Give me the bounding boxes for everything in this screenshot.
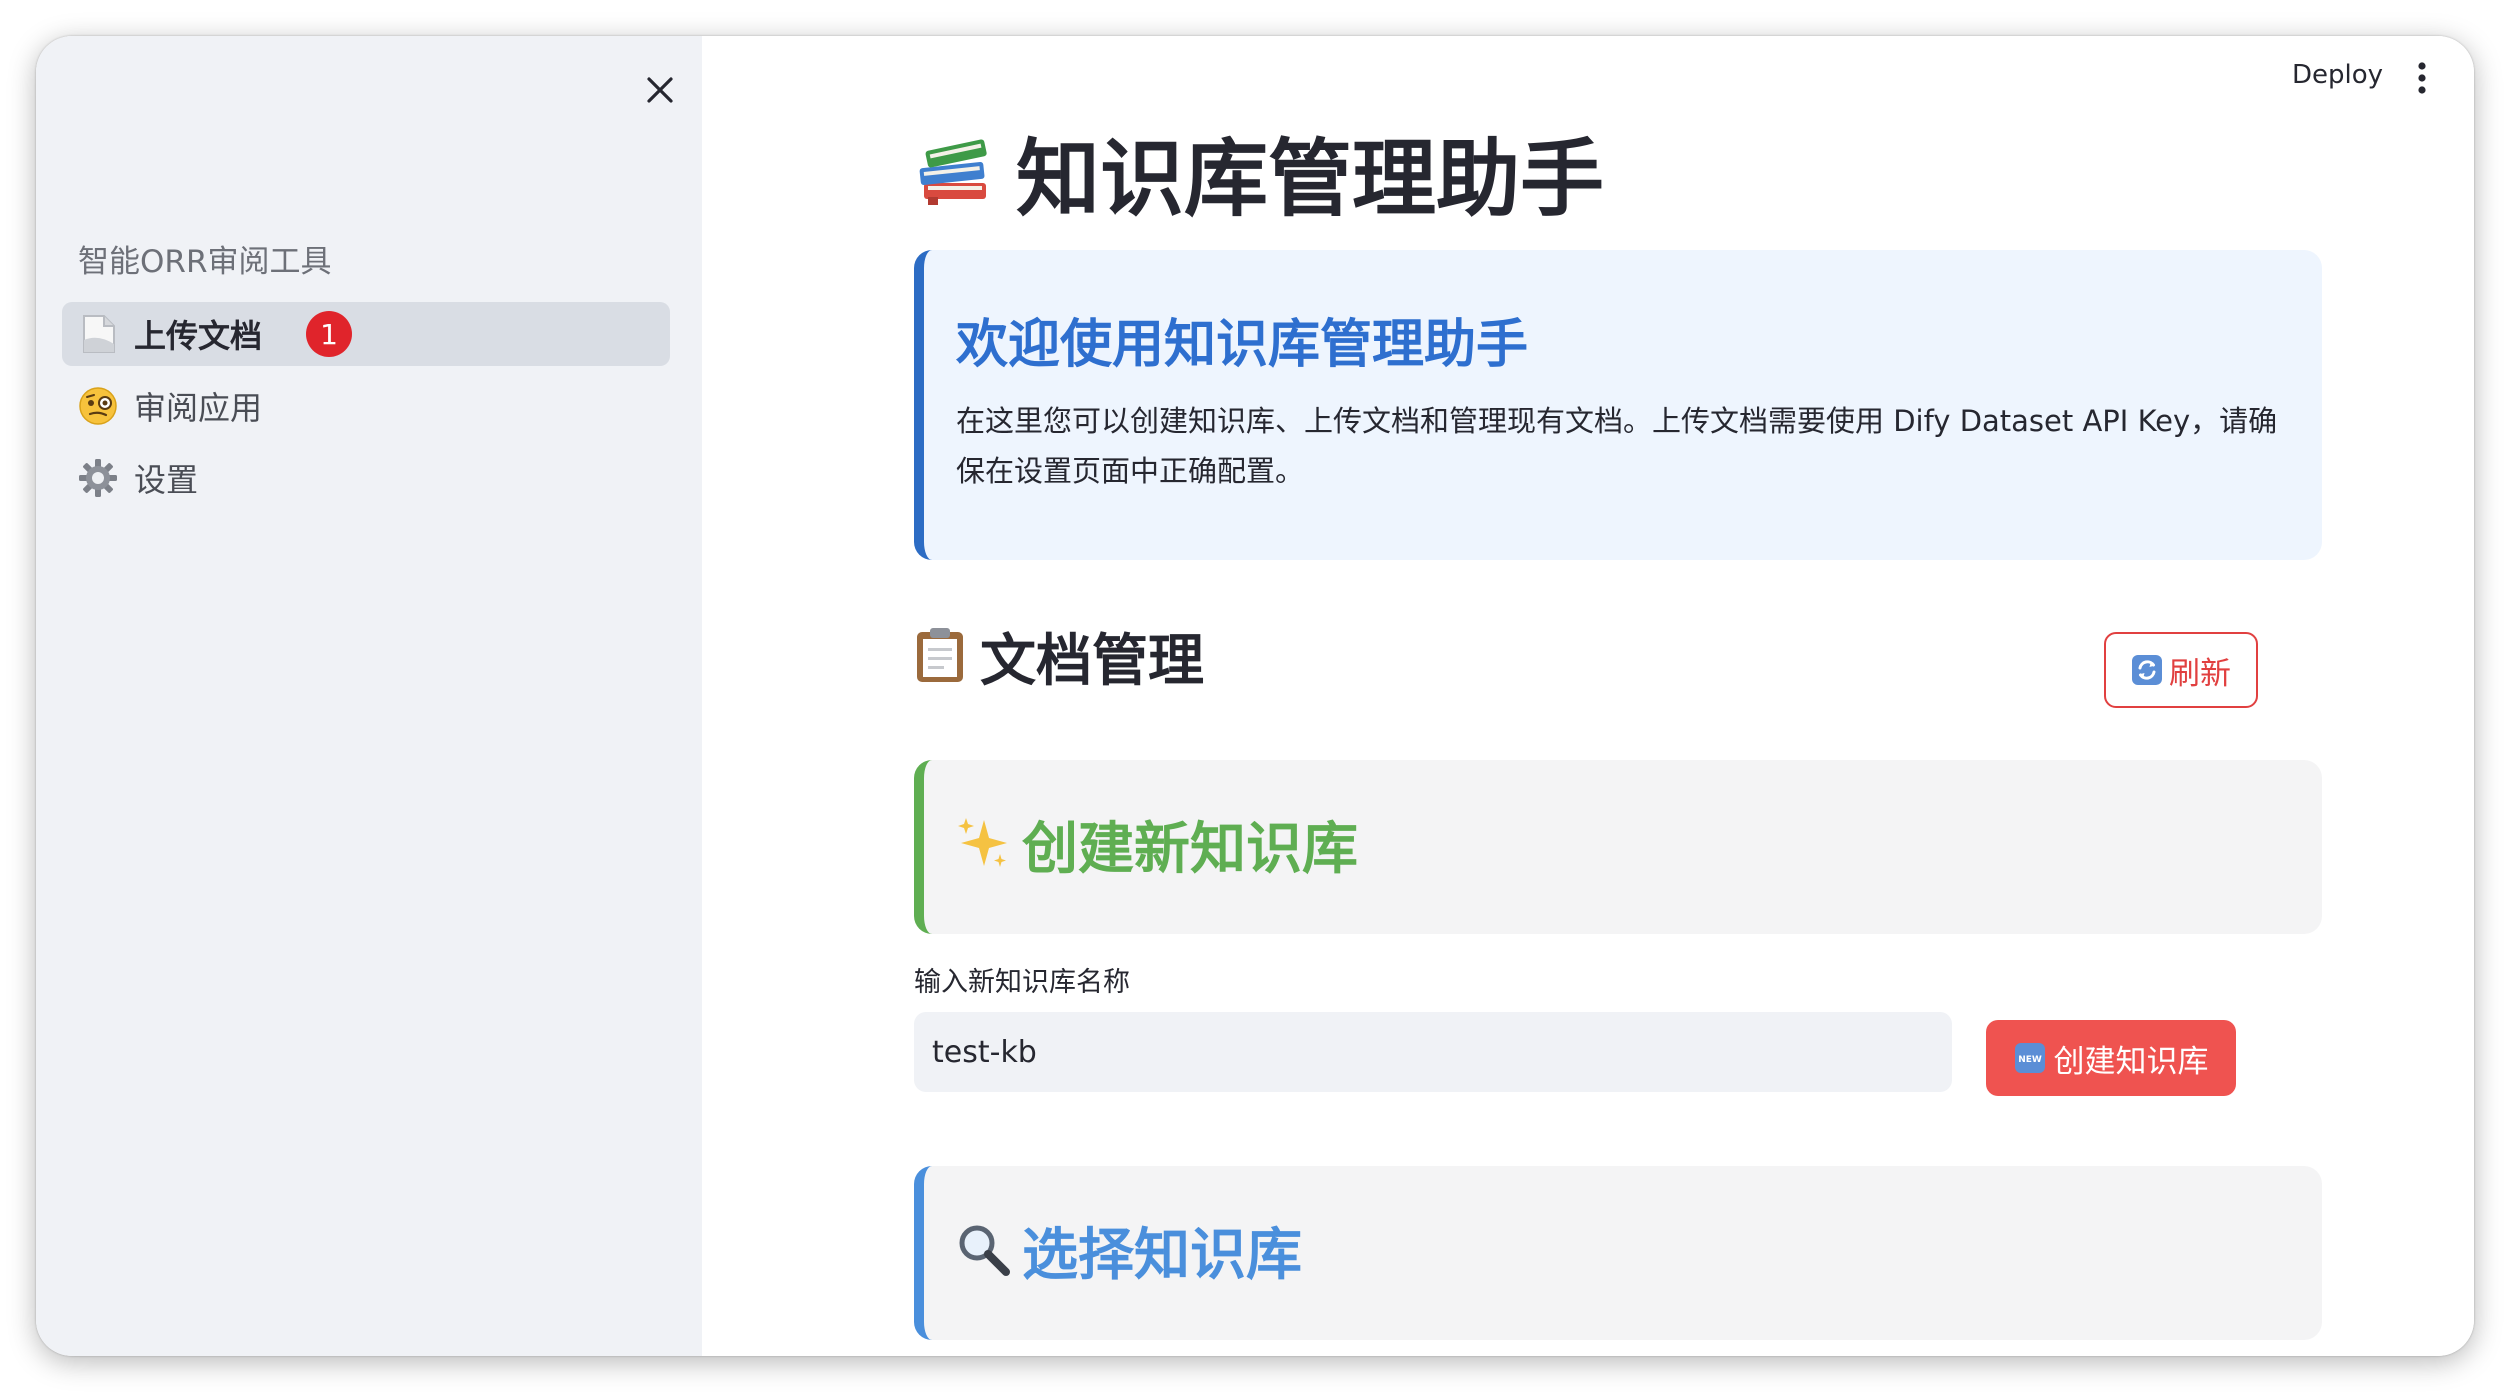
sidebar-item-label: 设置 (134, 461, 199, 499)
refresh-icon (2132, 655, 2162, 685)
section-title: 文档管理 (980, 629, 1204, 694)
sidebar-item-settings[interactable]: 设置 (62, 446, 670, 510)
close-icon (647, 77, 673, 103)
page-icon (76, 312, 120, 356)
more-vertical-icon (2418, 62, 2426, 94)
sidebar: 智能ORR审阅工具 上传文档 1 审阅应用 设置 (36, 36, 702, 1356)
refresh-label: 刷新 (2169, 655, 2231, 692)
gear-icon (76, 456, 120, 500)
monocle-face-icon (76, 384, 120, 428)
kb-name-input[interactable] (914, 1012, 1952, 1092)
create-kb-card: 创建新知识库 (914, 760, 2322, 934)
select-kb-title: 选择知识库 (1022, 1223, 1302, 1288)
main-menu-button[interactable] (2402, 58, 2442, 98)
books-icon (916, 131, 996, 215)
notification-badge: 1 (306, 311, 353, 357)
sidebar-app-title: 智能ORR审阅工具 (78, 244, 332, 280)
kb-name-label: 输入新知识库名称 (914, 967, 1130, 998)
sidebar-item-upload[interactable]: 上传文档 1 (62, 302, 670, 366)
clipboard-icon (914, 626, 966, 688)
close-sidebar-button[interactable] (632, 62, 688, 118)
page-title: 知识库管理助手 (1016, 130, 1605, 228)
info-card-description: 在这里您可以创建知识库、上传文档和管理现有文档。上传文档需要使用 Dify Da… (956, 404, 2278, 488)
sparkles-icon (954, 814, 1012, 876)
create-kb-button[interactable]: NEW 创建知识库 (1986, 1020, 2236, 1096)
deploy-button[interactable]: Deploy (2292, 60, 2383, 90)
main-content: Deploy 知识库管理助手 欢迎使用知识库管理助手 在这里您可以创建知识库、上… (702, 36, 2474, 1356)
sidebar-item-label: 审阅应用 (134, 389, 263, 427)
sidebar-item-label: 上传文档 (134, 317, 263, 355)
create-kb-label: 创建知识库 (2053, 1043, 2209, 1080)
magnifier-icon (954, 1220, 1012, 1282)
refresh-button[interactable]: 刷新 (2104, 632, 2258, 708)
sidebar-item-review[interactable]: 审阅应用 (62, 374, 670, 438)
page-header: 知识库管理助手 (916, 112, 1604, 233)
svg-text:NEW: NEW (2018, 1055, 2042, 1065)
doc-management-header: 文档管理 (914, 616, 1204, 697)
create-kb-title: 创建新知识库 (1022, 817, 1358, 882)
info-card-title: 欢迎使用知识库管理助手 (956, 315, 1529, 375)
app-window: 智能ORR审阅工具 上传文档 1 审阅应用 设置 Deploy 知识库管理助手 … (36, 36, 2474, 1356)
new-icon: NEW (2014, 1043, 2045, 1073)
welcome-info-card: 欢迎使用知识库管理助手 在这里您可以创建知识库、上传文档和管理现有文档。上传文档… (914, 250, 2322, 560)
select-kb-card: 选择知识库 (914, 1166, 2322, 1340)
